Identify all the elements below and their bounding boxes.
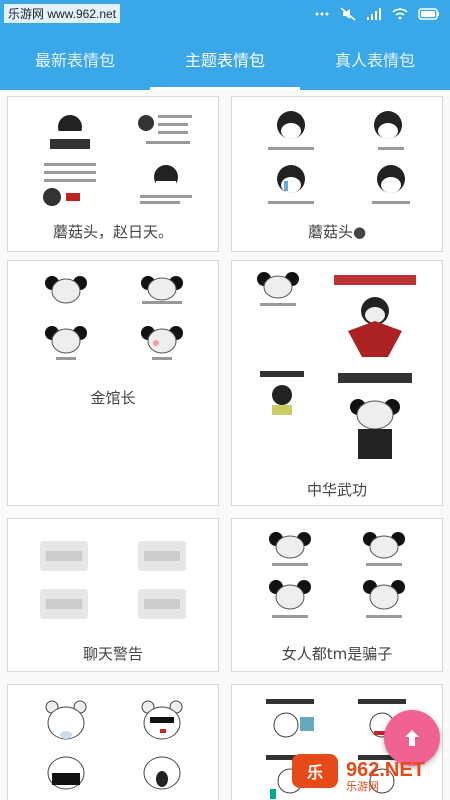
sticker-card[interactable]: 蘑菇头● [231, 96, 443, 252]
sticker-grid: 蘑菇头，赵日天。 蘑菇头● 金馆长 中华武功 聊天警告 女人都tm是骗子 [0, 90, 450, 800]
sticker-card[interactable] [7, 684, 219, 800]
sticker-thumbnail [138, 751, 186, 797]
sticker-thumbnail [42, 699, 90, 745]
card-title: 聊天警告 [82, 645, 143, 663]
sticker-thumbnail [138, 699, 186, 745]
sticker-thumbnail [40, 541, 88, 571]
sticker-thumbnail [40, 159, 100, 209]
sticker-thumbnail [40, 589, 88, 619]
sticker-thumbnail [360, 531, 408, 571]
site-logo-watermark: 乐 962.NET 乐游网 [292, 748, 442, 794]
sticker-thumbnail [42, 751, 90, 797]
card-title: 蘑菇头，赵日天。 [52, 223, 173, 241]
logo-subtext: 乐游网 [346, 780, 379, 793]
status-icons [314, 6, 440, 21]
sticker-thumbnail [360, 579, 408, 623]
sticker-card[interactable]: 聊天警告 [7, 518, 219, 672]
signal-icon [366, 6, 382, 20]
tab-themes[interactable]: 主题表情包 [150, 28, 300, 90]
tab-latest[interactable]: 最新表情包 [0, 28, 150, 90]
sticker-thumbnail [360, 107, 422, 155]
sticker-thumbnail [138, 323, 186, 363]
sticker-card[interactable]: 中华武功 [231, 260, 443, 506]
tab-bar: 最新表情包 主题表情包 真人表情包 [0, 28, 450, 90]
sticker-thumbnail [360, 161, 422, 209]
tab-real-person[interactable]: 真人表情包 [300, 28, 450, 90]
more-icon [314, 6, 330, 20]
sticker-thumbnail [40, 109, 100, 151]
sticker-thumbnail [328, 369, 422, 465]
card-title: 女人都tm是骗子 [281, 645, 393, 663]
sticker-thumbnail [136, 109, 196, 151]
sticker-thumbnail [254, 369, 310, 419]
sticker-thumbnail [138, 541, 186, 571]
sticker-thumbnail [138, 589, 186, 619]
site-watermark: 乐游网 www.962.net [4, 4, 121, 23]
battery-icon [418, 6, 440, 20]
arrow-up-icon [405, 730, 419, 746]
card-title: 中华武功 [306, 481, 367, 499]
sticker-card[interactable]: 蘑菇头，赵日天。 [7, 96, 219, 252]
mute-icon [340, 6, 356, 21]
sticker-thumbnail [42, 273, 90, 307]
sticker-thumbnail [328, 271, 422, 361]
sticker-card[interactable]: 金馆长 [7, 260, 219, 506]
sticker-thumbnail [260, 697, 320, 747]
sticker-thumbnail [254, 271, 302, 309]
sticker-card[interactable]: 女人都tm是骗子 [231, 518, 443, 672]
card-title: 金馆长 [90, 389, 136, 407]
sticker-thumbnail [266, 531, 314, 571]
sticker-thumbnail [266, 579, 314, 623]
card-title: 蘑菇头● [307, 223, 367, 241]
sticker-thumbnail [138, 273, 186, 307]
sticker-thumbnail [260, 107, 322, 155]
sticker-thumbnail [136, 159, 196, 209]
sticker-thumbnail [42, 323, 90, 363]
sticker-thumbnail [260, 161, 322, 209]
svg-text:乐: 乐 [307, 763, 323, 782]
wifi-icon [392, 6, 408, 20]
logo-text: 962.NET [346, 759, 425, 781]
